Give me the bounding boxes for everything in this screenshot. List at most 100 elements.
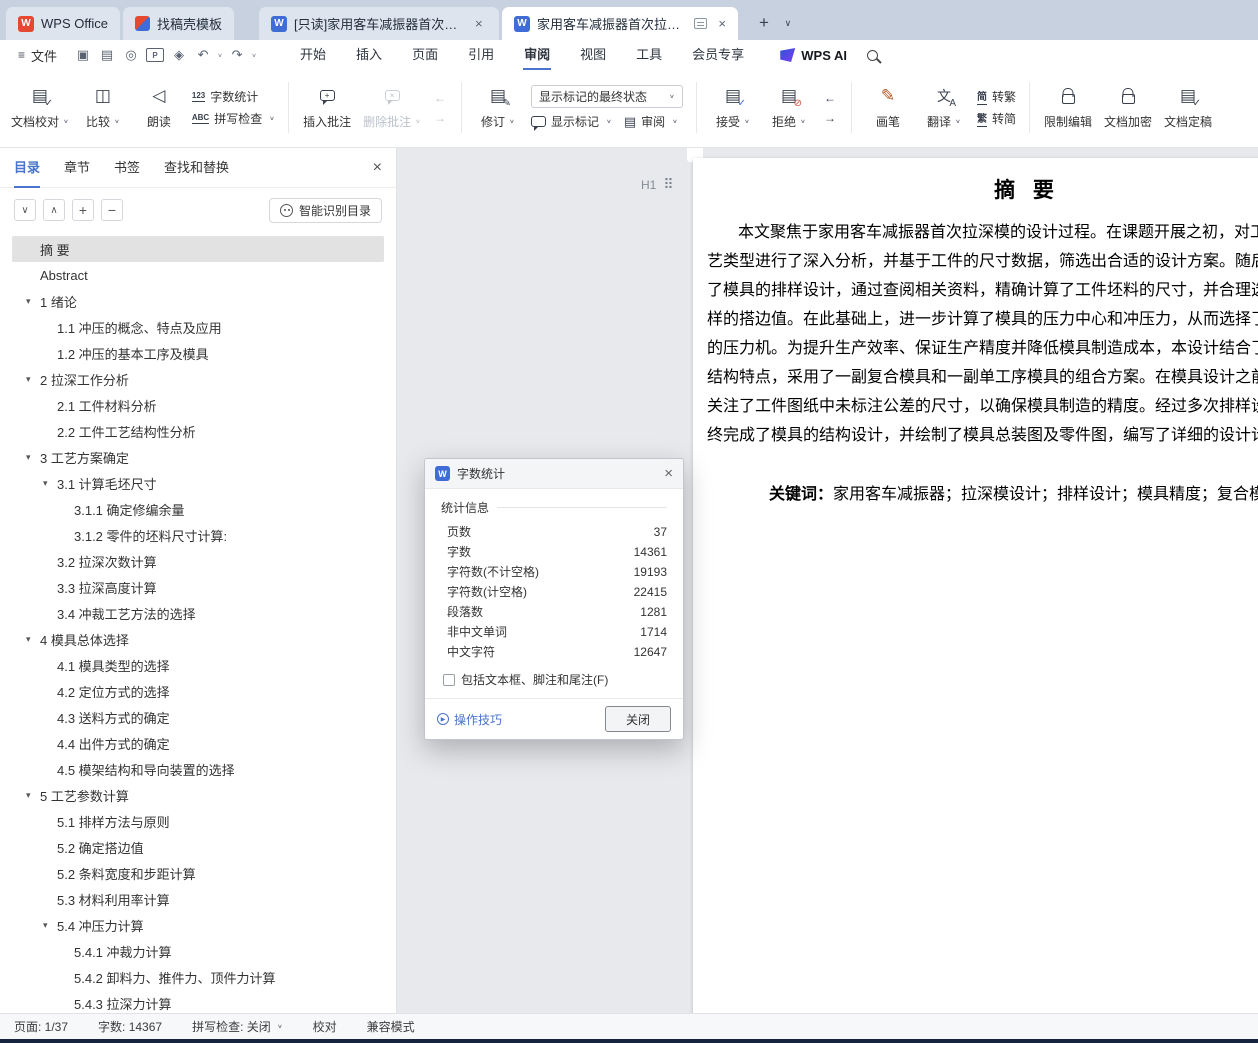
restrict-editing-button[interactable]: 限制编辑 (1039, 75, 1097, 140)
tab-view[interactable]: 视图 (565, 40, 621, 70)
outline-item[interactable]: ▾ 3.1 计算毛坯尺寸 (12, 470, 384, 496)
collapse-all-button[interactable]: − (101, 199, 123, 221)
delete-comment-button[interactable]: × 删除批注 ∨ (358, 75, 426, 140)
to-simplified-button[interactable]: 繁 转简 (976, 110, 1016, 127)
read-aloud-button[interactable]: ◁ 朗读 (132, 75, 186, 140)
translate-button[interactable]: 文A 翻译 ∨ (917, 75, 971, 140)
outline-item[interactable]: 5.1 排样方法与原则 (12, 808, 384, 834)
outline-item[interactable]: 4.3 送料方式的确定 (12, 704, 384, 730)
collapse-arrow-icon[interactable]: ▾ (26, 374, 40, 385)
word-count-indicator[interactable]: 字数: 14367 (98, 1018, 162, 1035)
close-icon[interactable]: × (718, 16, 726, 31)
insert-comment-button[interactable]: + 插入批注 (298, 75, 356, 140)
tab-tools[interactable]: 工具 (621, 40, 677, 70)
sidebar-tab-find-replace[interactable]: 查找和替换 (164, 148, 229, 188)
outline-item[interactable]: 4.1 模具类型的选择 (12, 652, 384, 678)
outline-item[interactable]: 3.3 拉深高度计算 (12, 574, 384, 600)
next-change-icon[interactable]: → (821, 111, 839, 125)
doc-proof-button[interactable]: ▤ ✓ 文档校对 ∨ (6, 75, 74, 140)
wps-ai-button[interactable]: WPS AI (780, 48, 847, 63)
collapse-arrow-icon[interactable]: ▾ (26, 452, 40, 463)
tab-insert[interactable]: 插入 (341, 40, 397, 70)
outline-item[interactable]: 5.4.1 冲裁力计算 (12, 938, 384, 964)
new-tab-plus-icon[interactable]: + (751, 10, 777, 36)
close-dialog-button[interactable]: 关闭 (605, 706, 671, 732)
outline-item[interactable]: 4.5 模架结构和导向装置的选择 (12, 756, 384, 782)
checkbox-icon[interactable] (443, 673, 455, 686)
page-indicator[interactable]: 页面: 1/37 (14, 1018, 68, 1035)
outline-item[interactable]: 5.2 条料宽度和步距计算 (12, 860, 384, 886)
outline-item[interactable]: 3.1.1 确定修编余量 (12, 496, 384, 522)
outline-item[interactable]: 5.3 材料利用率计算 (12, 886, 384, 912)
sidebar-tab-bookmarks[interactable]: 书签 (114, 148, 140, 188)
outline-item[interactable]: 5.4.3 拉深力计算 (12, 990, 384, 1013)
outline-item[interactable]: 5.2 确定搭边值 (12, 834, 384, 860)
dialog-titlebar[interactable]: W 字数统计 × (425, 459, 683, 489)
outline-item[interactable]: 3.1.2 零件的坯料尺寸计算: (12, 522, 384, 548)
prev-change-icon[interactable]: ← (821, 91, 839, 105)
save-icon[interactable]: ▣ (71, 44, 95, 66)
outline-item[interactable]: 2.2 工件工艺结构性分析 (12, 418, 384, 444)
tab-reference[interactable]: 引用 (453, 40, 509, 70)
tab-doc-readonly[interactable]: W [只读]家用客车减振器首次拉深模设计 × (258, 7, 499, 40)
sidebar-tab-chapters[interactable]: 章节 (64, 148, 90, 188)
file-menu-button[interactable]: ≡ 文件 (10, 46, 65, 65)
show-markup-button[interactable]: 显示标记 ∨ (530, 113, 612, 131)
outline-item[interactable]: ▾ 4 模具总体选择 (12, 626, 384, 652)
outline-item[interactable]: 3.2 拉深次数计算 (12, 548, 384, 574)
prev-comment-icon[interactable]: ← (431, 91, 449, 105)
undo-icon[interactable]: ↶ (191, 44, 215, 66)
tips-link[interactable]: ▶ 操作技巧 (437, 711, 502, 728)
outline-item[interactable]: Abstract (12, 262, 384, 288)
collapse-arrow-icon[interactable]: ▾ (26, 790, 40, 801)
spell-check-button[interactable]: ABC 拼写检查 ∨ (191, 110, 275, 127)
collapse-arrow-icon[interactable]: ▾ (43, 920, 57, 931)
collapse-arrow-icon[interactable]: ▾ (26, 634, 40, 645)
document-page[interactable]: 摘 要 本文聚焦于家用客车减振器首次拉深模的设计过程。在课题开展之初，对工 艺类型… (693, 158, 1258, 1013)
compare-button[interactable]: ◫ 比较 ∨ (76, 75, 130, 140)
heading-level-marker[interactable]: H1 (641, 178, 656, 192)
export-pdf-icon[interactable]: P (146, 48, 165, 62)
review-pane-button[interactable]: ▤ 审阅 ∨ (624, 113, 678, 130)
chevron-down-icon[interactable]: ∨ (216, 52, 225, 58)
collapse-down-button[interactable]: ∨ (14, 199, 36, 221)
spellcheck-indicator[interactable]: 拼写检查: 关闭 ∨ (192, 1018, 283, 1035)
expand-all-button[interactable]: + (72, 199, 94, 221)
print-preview-icon[interactable]: ◎ (119, 44, 143, 66)
finalize-document-button[interactable]: ▤ ✓ 文档定稿 (1159, 75, 1217, 140)
collapse-up-button[interactable]: ∧ (43, 199, 65, 221)
outline-item[interactable]: 4.2 定位方式的选择 (12, 678, 384, 704)
markup-state-select[interactable]: 显示标记的最终状态 ∨ (530, 85, 683, 108)
accept-change-button[interactable]: ▤ ✓ 接受 ∨ (706, 75, 760, 140)
include-textboxes-checkbox[interactable]: 包括文本框、脚注和尾注(F) (441, 671, 667, 688)
brush-button[interactable]: ✎ 画笔 (861, 75, 915, 140)
track-changes-button[interactable]: ▤ ✎ 修订 ∨ (471, 75, 525, 140)
smart-toc-button[interactable]: 智能识别目录 (268, 197, 382, 223)
redo-icon[interactable]: ↷ (225, 44, 249, 66)
outline-item[interactable]: 摘 要 (12, 236, 384, 262)
chevron-down-icon[interactable]: ∨ (250, 52, 259, 58)
close-icon[interactable]: × (373, 159, 382, 177)
tab-review[interactable]: 审阅 (509, 40, 565, 70)
sidebar-tab-toc[interactable]: 目录 (14, 148, 41, 188)
tab-wps-home[interactable]: W WPS Office (6, 7, 120, 40)
to-traditional-button[interactable]: 简 转繁 (976, 88, 1016, 105)
outline-item[interactable]: 2.1 工件材料分析 (12, 392, 384, 418)
search-icon[interactable] (867, 49, 878, 61)
collapse-arrow-icon[interactable]: ▾ (43, 478, 57, 489)
drag-handle-icon[interactable]: ⠿ (663, 176, 673, 193)
print-icon[interactable]: ▤ (95, 44, 119, 66)
tab-template-store[interactable]: 找稿壳模板 (122, 7, 234, 40)
next-comment-icon[interactable]: → (431, 111, 449, 125)
outline-item[interactable]: 3.4 冲裁工艺方法的选择 (12, 600, 384, 626)
tab-list-chevron-icon[interactable]: ∨ (779, 10, 797, 36)
tab-doc-active[interactable]: W 家用客车减振器首次拉深模设 × (501, 7, 738, 40)
share-icon[interactable]: ◈ (167, 44, 191, 66)
tab-page[interactable]: 页面 (397, 40, 453, 70)
reject-change-button[interactable]: ▤ ⊘ 拒绝 ∨ (762, 75, 816, 140)
proofread-button[interactable]: 校对 (313, 1018, 337, 1035)
outline-item[interactable]: 4.4 出件方式的确定 (12, 730, 384, 756)
outline-item[interactable]: ▾ 3 工艺方案确定 (12, 444, 384, 470)
outline-item[interactable]: ▾ 2 拉深工作分析 (12, 366, 384, 392)
outline-item[interactable]: ▾ 5.4 冲压力计算 (12, 912, 384, 938)
